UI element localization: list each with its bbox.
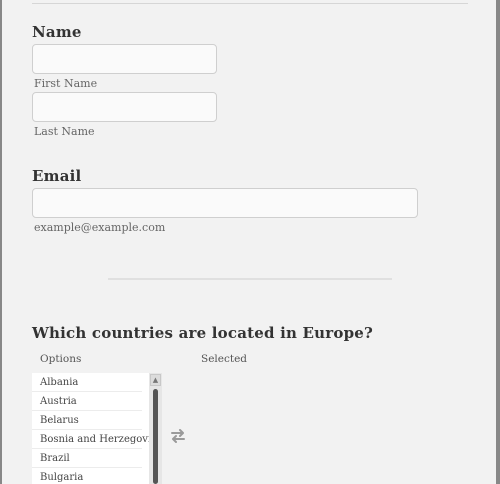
list-item[interactable]: Belarus [32,411,142,430]
scroll-thumb[interactable] [153,389,158,484]
swap-arrows-icon[interactable] [169,429,187,443]
last-name-input[interactable] [32,92,217,122]
name-label: Name [32,23,82,41]
email-label: Email [32,167,82,185]
list-item[interactable]: Bosnia and Herzegovina [32,430,162,449]
options-header: Options [40,353,82,365]
top-divider [32,3,468,4]
options-listbox[interactable]: Albania Austria Belarus Bosnia and Herze… [32,373,162,484]
section-divider [108,278,392,280]
question-label: Which countries are located in Europe? [32,324,374,342]
window-frame-left [0,0,2,484]
list-item[interactable]: Albania [32,373,142,392]
selected-listbox[interactable] [198,373,328,484]
first-name-sublabel: First Name [34,77,98,90]
email-sublabel: example@example.com [34,221,166,234]
list-item[interactable]: Brazil [32,449,142,468]
scroll-up-icon[interactable]: ▲ [150,374,161,386]
selected-header: Selected [201,353,248,365]
list-item[interactable]: Austria [32,392,142,411]
options-scrollbar[interactable]: ▲ [149,373,162,484]
last-name-sublabel: Last Name [34,125,95,138]
window-frame-right [496,0,500,484]
first-name-input[interactable] [32,44,217,74]
email-input[interactable] [32,188,418,218]
list-item[interactable]: Bulgaria [32,468,142,484]
